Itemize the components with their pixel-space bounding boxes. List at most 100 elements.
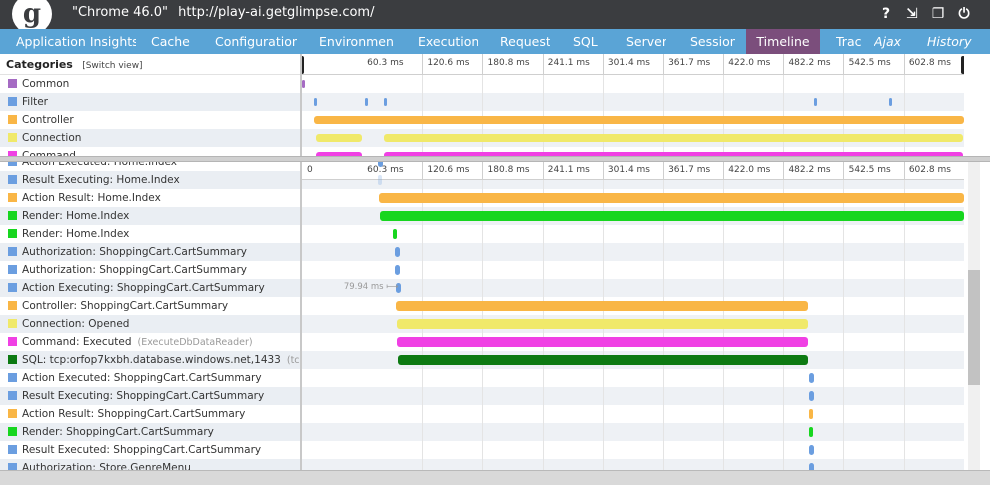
help-icon[interactable]: ? <box>878 4 894 24</box>
category-command[interactable]: Command <box>0 147 300 156</box>
event-label: Render: Home.Index <box>22 210 130 222</box>
event-detail: (ExecuteDbDataReader) <box>137 337 253 348</box>
event-row[interactable]: Authorization: Store.GenreMenu <box>0 459 300 470</box>
header-actions: ? ⇲ ❐ ⏻ <box>878 4 972 24</box>
event-row[interactable]: SQL: tcp:orfop7kxbh.database.windows.net… <box>0 351 300 369</box>
ruler-tick <box>903 54 905 75</box>
tab-trac[interactable]: Trac <box>836 29 862 54</box>
event-row[interactable]: Action Executing: ShoppingCart.CartSumma… <box>0 279 300 297</box>
event-lane <box>302 279 964 297</box>
event-bar <box>392 229 397 239</box>
tab-configuration[interactable]: Configuration <box>215 29 297 54</box>
glimpse-logo-icon[interactable]: g <box>12 0 52 29</box>
event-label: Result Executing: ShoppingCart.CartSumma… <box>22 390 265 402</box>
tab-sql[interactable]: SQL <box>573 29 603 54</box>
popout-icon[interactable]: ⇲ <box>904 4 920 24</box>
event-swatch <box>8 162 17 166</box>
tick-label: 482.2 ms <box>788 58 831 68</box>
tab-server[interactable]: Server <box>626 29 666 54</box>
category-bar <box>364 98 368 106</box>
event-lane <box>302 387 964 405</box>
tab-environment[interactable]: Environment <box>319 29 393 54</box>
event-bar <box>395 301 809 311</box>
duration-note: 79.94 ms ⟼ <box>343 282 399 292</box>
event-row[interactable]: Render: ShoppingCart.CartSummary <box>0 423 300 441</box>
event-row[interactable]: Connection: Opened <box>0 315 300 333</box>
tick-label: 422.0 ms <box>728 58 771 68</box>
event-swatch <box>8 229 17 238</box>
ruler-tick <box>843 162 845 180</box>
tab-application-insights[interactable]: Application Insights <box>16 29 136 54</box>
event-bar <box>396 319 809 329</box>
event-bar <box>396 337 809 347</box>
event-swatch <box>8 427 17 436</box>
grid-line <box>903 180 905 470</box>
event-bar <box>809 391 815 401</box>
event-row[interactable]: Action Result: Home.Index <box>0 189 300 207</box>
status-bar <box>0 470 990 485</box>
event-row[interactable]: Result Executing: ShoppingCart.CartSumma… <box>0 387 300 405</box>
title-bar: g "Chrome 46.0" http://play-ai.getglimps… <box>0 0 990 29</box>
event-label: Result Executing: Home.Index <box>22 174 180 186</box>
tick-label: 301.4 ms <box>607 58 650 68</box>
category-timeline[interactable]: 60.3 ms 120.6 ms 180.8 ms 241.1 ms 301.4 ms 3… <box>302 54 964 156</box>
event-row[interactable]: Authorization: ShoppingCart.CartSummary <box>0 243 300 261</box>
tab-session[interactable]: Session <box>690 29 735 54</box>
tick-label: 542.5 ms <box>848 165 891 175</box>
event-row[interactable]: Authorization: ShoppingCart.CartSummary <box>0 261 300 279</box>
events-scrollbar[interactable] <box>968 162 980 470</box>
event-label: Authorization: ShoppingCart.CartSummary <box>22 246 247 258</box>
event-row[interactable]: Render: Home.Index <box>0 225 300 243</box>
tick-label: 180.8 ms <box>487 165 530 175</box>
browser-name: "Chrome 46.0" <box>72 5 169 20</box>
power-icon[interactable]: ⏻ <box>956 4 972 24</box>
tick-label: 180.8 ms <box>487 58 530 68</box>
tab-execution[interactable]: Execution <box>418 29 478 54</box>
ruler-tick <box>422 162 424 180</box>
tick-label: 361.7 ms <box>668 58 711 68</box>
category-label: Controller <box>22 114 74 126</box>
event-label: Action Result: Home.Index <box>22 192 161 204</box>
event-swatch <box>8 409 17 418</box>
event-swatch <box>8 373 17 382</box>
grid-line <box>843 180 845 470</box>
ruler-tick <box>662 54 664 75</box>
event-label: Action Executed: Home.Index <box>22 162 178 168</box>
restore-icon[interactable]: ❐ <box>930 4 946 24</box>
event-row[interactable]: Result Executing: Home.Index <box>0 171 300 189</box>
category-common[interactable]: Common <box>0 75 300 93</box>
switch-view-link[interactable]: [Switch view] <box>82 61 142 71</box>
event-row[interactable]: Render: Home.Index <box>0 207 300 225</box>
event-row[interactable]: Command: Executed (ExecuteDbDataReader) <box>0 333 300 351</box>
category-controller[interactable]: Controller <box>0 111 300 129</box>
event-label: Authorization: ShoppingCart.CartSummary <box>22 264 247 276</box>
category-bar <box>889 98 893 106</box>
event-row[interactable]: Action Executed: Home.Index <box>0 162 300 171</box>
tab-timeline[interactable]: Timeline <box>746 29 820 54</box>
tab-ajax[interactable]: Ajax <box>874 29 904 54</box>
event-row[interactable]: Controller: ShoppingCart.CartSummary <box>0 297 300 315</box>
ruler-tick <box>542 54 544 75</box>
ruler-tick <box>903 162 905 180</box>
category-swatch <box>8 79 17 88</box>
category-filter[interactable]: Filter <box>0 93 300 111</box>
range-handle-start[interactable] <box>302 56 304 74</box>
event-label: Action Executed: ShoppingCart.CartSummar… <box>22 372 262 384</box>
event-label: Controller: ShoppingCart.CartSummary <box>22 300 229 312</box>
event-row[interactable]: Action Result: ShoppingCart.CartSummary <box>0 405 300 423</box>
event-label: Authorization: Store.GenreMenu <box>22 462 191 470</box>
event-lane <box>302 405 964 423</box>
tick-label: 422.0 ms <box>728 165 771 175</box>
tab-history[interactable]: History <box>927 29 977 54</box>
ruler-tick <box>602 162 604 180</box>
scrollbar-thumb[interactable] <box>968 270 980 385</box>
event-timeline[interactable]: 0 60.3 ms 120.6 ms 180.8 ms 241.1 ms 301.4 ms… <box>302 162 964 470</box>
ruler-tick <box>482 162 484 180</box>
event-row[interactable]: Action Executed: ShoppingCart.CartSummar… <box>0 369 300 387</box>
event-swatch <box>8 283 17 292</box>
category-connection[interactable]: Connection <box>0 129 300 147</box>
event-row[interactable]: Result Executed: ShoppingCart.CartSummar… <box>0 441 300 459</box>
tab-request[interactable]: Request <box>500 29 550 54</box>
category-bar <box>814 98 818 106</box>
tab-cache[interactable]: Cache <box>151 29 191 54</box>
